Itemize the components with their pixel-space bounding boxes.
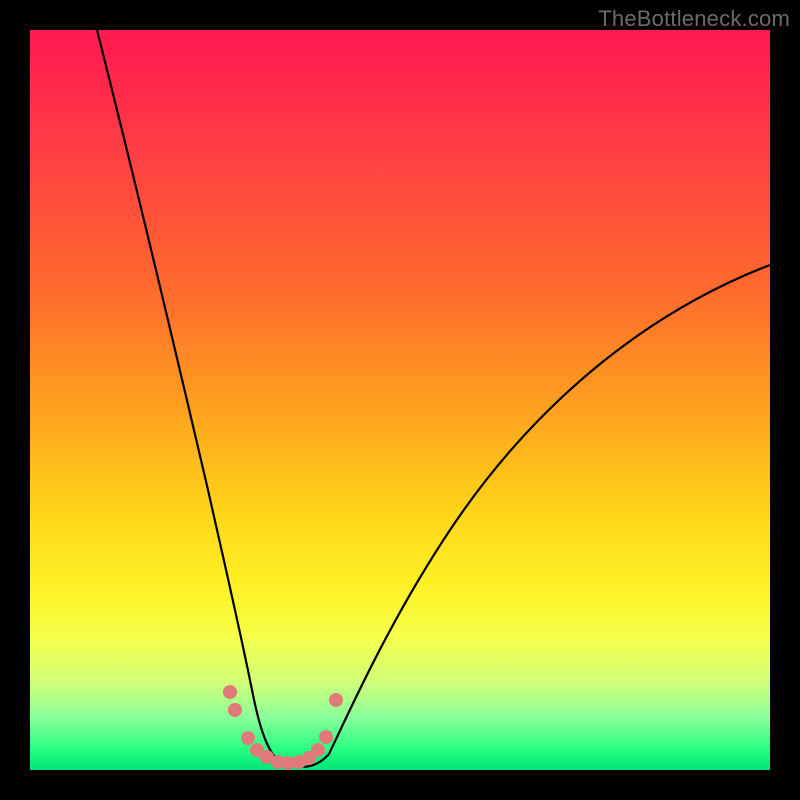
chart-stage: TheBottleneck.com — [0, 0, 800, 800]
bottleneck-curve-left — [97, 30, 274, 756]
marker-dot — [319, 730, 333, 744]
plot-area — [30, 30, 770, 770]
marker-dot — [241, 731, 255, 745]
marker-dot — [329, 693, 343, 707]
curve-layer — [30, 30, 770, 770]
bottleneck-curve-right — [329, 265, 770, 754]
marker-dot — [228, 703, 242, 717]
marker-dot — [223, 685, 237, 699]
watermark-text: TheBottleneck.com — [598, 6, 790, 32]
marker-dot — [311, 743, 325, 757]
